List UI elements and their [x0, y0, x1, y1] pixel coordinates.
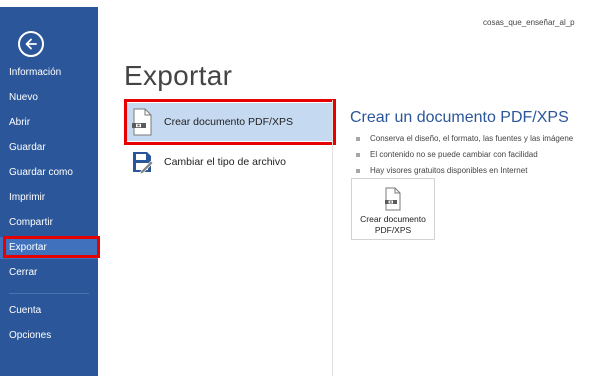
detail-bullets: Conserva el diseño, el formato, las fuen… [356, 131, 573, 179]
nav-item-cuenta[interactable]: Cuenta [0, 300, 98, 322]
pdf-document-icon [132, 108, 152, 136]
detail-bullet: Hay visores gratuitos disponibles en Int… [356, 163, 573, 179]
nav-item-compartir[interactable]: Compartir [0, 212, 98, 234]
nav-item-guardar-como[interactable]: Guardar como [0, 162, 98, 184]
back-arrow-icon [25, 38, 37, 50]
option-label: Crear documento PDF/XPS [164, 116, 293, 128]
page-title: Exportar [124, 60, 233, 91]
option-change-file-type[interactable]: Cambiar el tipo de archivo [124, 143, 332, 181]
change-file-type-icon [133, 152, 154, 175]
nav-item-cerrar[interactable]: Cerrar [0, 262, 98, 284]
nav-item-abrir[interactable]: Abrir [0, 112, 98, 134]
option-create-pdf-xps[interactable]: Crear documento PDF/XPS [124, 103, 332, 141]
nav-item-nuevo[interactable]: Nuevo [0, 87, 98, 109]
nav-divider [9, 293, 89, 294]
create-pdf-xps-button[interactable]: Crear documento PDF/XPS [351, 178, 435, 240]
detail-bullet: El contenido no se puede cambiar con fac… [356, 147, 573, 163]
back-button[interactable] [18, 31, 44, 57]
nav-item-imprimir[interactable]: Imprimir [0, 187, 98, 209]
option-label: Cambiar el tipo de archivo [164, 156, 286, 168]
nav-item-informacion[interactable]: Información [0, 62, 98, 84]
button-label-line: PDF/XPS [374, 225, 412, 235]
nav-item-opciones[interactable]: Opciones [0, 325, 98, 347]
nav-item-exportar[interactable]: Exportar [0, 237, 98, 259]
pdf-document-icon [385, 187, 401, 211]
backstage-nav: Información Nuevo Abrir Guardar Guardar … [0, 7, 98, 376]
nav-item-guardar[interactable]: Guardar [0, 137, 98, 159]
document-name: cosas_que_enseñar_al_p [483, 18, 575, 27]
backstage-view: Información Nuevo Abrir Guardar Guardar … [0, 0, 590, 376]
button-label-line: Crear documento [360, 214, 426, 224]
create-pdf-xps-button-label: Crear documento PDF/XPS [353, 214, 433, 236]
panel-separator [332, 100, 333, 376]
detail-title: Crear un documento PDF/XPS [350, 109, 569, 126]
detail-bullet: Conserva el diseño, el formato, las fuen… [356, 131, 573, 147]
